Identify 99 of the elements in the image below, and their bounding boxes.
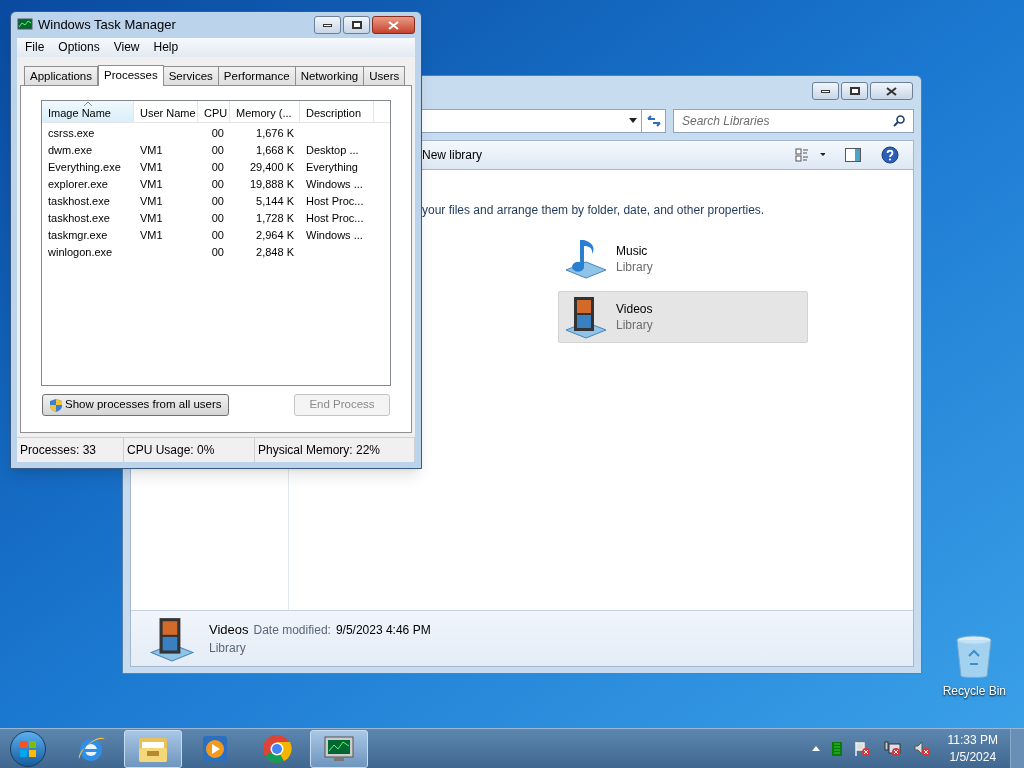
table-cell: 2,964 K xyxy=(256,229,294,241)
library-name: Music xyxy=(616,243,649,259)
media-player-icon xyxy=(201,733,229,764)
details-name: Videos xyxy=(209,620,249,639)
menu-item[interactable]: Options xyxy=(52,39,106,56)
shield-icon xyxy=(49,397,63,413)
table-cell: Everything.exe xyxy=(48,161,121,173)
tab[interactable]: Services xyxy=(162,66,219,85)
dropdown-arrow-icon xyxy=(629,118,637,123)
status-text: Processes: 33 xyxy=(20,442,97,459)
network-error-icon[interactable] xyxy=(883,740,902,757)
table-cell: 00 xyxy=(211,246,224,258)
table-cell: VM1 xyxy=(140,178,163,190)
table-cell: 00 xyxy=(211,229,224,241)
column-header[interactable]: User Name xyxy=(134,101,198,122)
minimize-button[interactable] xyxy=(314,16,341,34)
library-item[interactable]: Videos Library xyxy=(558,291,808,343)
search-field[interactable]: Search Libraries xyxy=(673,108,914,133)
close-icon xyxy=(886,86,897,96)
view-options-icon[interactable] xyxy=(795,148,825,162)
monitor-chart-icon xyxy=(17,18,33,32)
close-button[interactable] xyxy=(870,82,913,100)
menu-item[interactable]: View xyxy=(107,39,146,56)
table-cell: 1,668 K xyxy=(256,144,294,156)
table-cell: 00 xyxy=(211,127,224,139)
table-cell: 5,144 K xyxy=(256,195,294,207)
menu-item[interactable]: File xyxy=(19,39,51,56)
table-cell: Host Proc... xyxy=(306,195,364,207)
table-cell: 00 xyxy=(211,161,224,173)
maximize-button[interactable] xyxy=(343,16,370,34)
tab[interactable]: Applications xyxy=(24,66,98,85)
tab[interactable]: Performance xyxy=(217,66,296,85)
table-cell: VM1 xyxy=(140,229,163,241)
table-cell: VM1 xyxy=(140,212,163,224)
table-cell: 00 xyxy=(211,144,224,156)
details-type: Library xyxy=(209,639,247,657)
column-header[interactable]: Image Name xyxy=(42,101,134,122)
table-cell: 19,888 K xyxy=(249,178,294,190)
window-title: Windows Task Manager xyxy=(38,16,176,35)
table-cell: 00 xyxy=(211,212,224,224)
flag-error-icon[interactable] xyxy=(853,740,872,757)
chrome-logo-icon xyxy=(261,732,293,765)
library-description: your files and arrange them by folder, date, and other properties. xyxy=(422,202,766,219)
recycle-bin-icon[interactable] xyxy=(954,634,995,680)
close-button[interactable] xyxy=(372,16,415,34)
table-cell: 00 xyxy=(211,178,224,190)
address-bar[interactable] xyxy=(421,108,666,133)
new-library-button[interactable]: New library xyxy=(422,146,482,164)
table-cell: taskmgr.exe xyxy=(48,229,108,241)
tab[interactable]: Processes xyxy=(98,65,164,86)
table-cell: VM1 xyxy=(140,144,163,156)
library-name: Videos xyxy=(616,301,653,317)
table-cell: Host Proc... xyxy=(306,212,364,224)
menu-item[interactable]: Help xyxy=(147,39,185,56)
help-icon[interactable] xyxy=(881,146,899,164)
tab[interactable]: Users xyxy=(363,66,406,85)
preview-pane-icon[interactable] xyxy=(845,148,861,162)
maximize-button[interactable] xyxy=(841,82,868,100)
status-text: CPU Usage: 0% xyxy=(127,442,215,459)
column-header[interactable]: CPU xyxy=(198,101,230,122)
show-hidden-icons-arrow-icon[interactable] xyxy=(811,746,820,751)
table-cell: Windows ... xyxy=(306,178,363,190)
table-cell: Desktop ... xyxy=(306,144,359,156)
library-type: Library xyxy=(616,317,653,333)
column-header[interactable]: Description xyxy=(300,101,374,122)
table-cell: VM1 xyxy=(140,195,163,207)
table-cell: dwm.exe xyxy=(48,144,93,156)
monitor-chart-icon xyxy=(322,733,356,764)
table-cell: 1,728 K xyxy=(256,212,294,224)
column-header[interactable]: Memory (... xyxy=(230,101,300,122)
clock[interactable]: 11:33 PM 1/5/2024 xyxy=(947,731,998,766)
table-cell: VM1 xyxy=(140,161,163,173)
table-cell: taskhost.exe xyxy=(48,195,110,207)
taskbar-button[interactable] xyxy=(310,729,368,768)
details-label: Date modified: xyxy=(253,621,331,639)
close-icon xyxy=(388,20,399,30)
status-text: Physical Memory: 22% xyxy=(258,442,381,459)
library-item[interactable]: Music Library xyxy=(558,233,808,285)
details-value: 9/5/2023 4:46 PM xyxy=(335,621,431,639)
table-cell: winlogon.exe xyxy=(48,246,113,258)
table-cell: Everything xyxy=(306,161,358,173)
table-cell: csrss.exe xyxy=(48,127,95,139)
show-all-processes-button[interactable]: Show processes from all users xyxy=(42,394,229,416)
windows-logo-icon xyxy=(19,739,37,758)
table-cell: 29,400 K xyxy=(249,161,294,173)
table-cell: taskhost.exe xyxy=(48,212,110,224)
table-cell: 1,676 K xyxy=(256,127,294,139)
table-cell: explorer.exe xyxy=(48,178,108,190)
table-cell: Windows ... xyxy=(306,229,363,241)
refresh-arrows-icon xyxy=(646,114,661,127)
table-cell: 2,848 K xyxy=(256,246,294,258)
start-button[interactable] xyxy=(10,730,46,767)
taskbar-button[interactable] xyxy=(124,729,182,768)
minimize-button[interactable] xyxy=(812,82,839,100)
tab[interactable]: Networking xyxy=(294,66,365,85)
library-type: Library xyxy=(616,259,653,275)
table-cell: 00 xyxy=(211,195,224,207)
search-icon xyxy=(893,114,905,127)
speaker-muted-icon[interactable] xyxy=(913,740,932,757)
